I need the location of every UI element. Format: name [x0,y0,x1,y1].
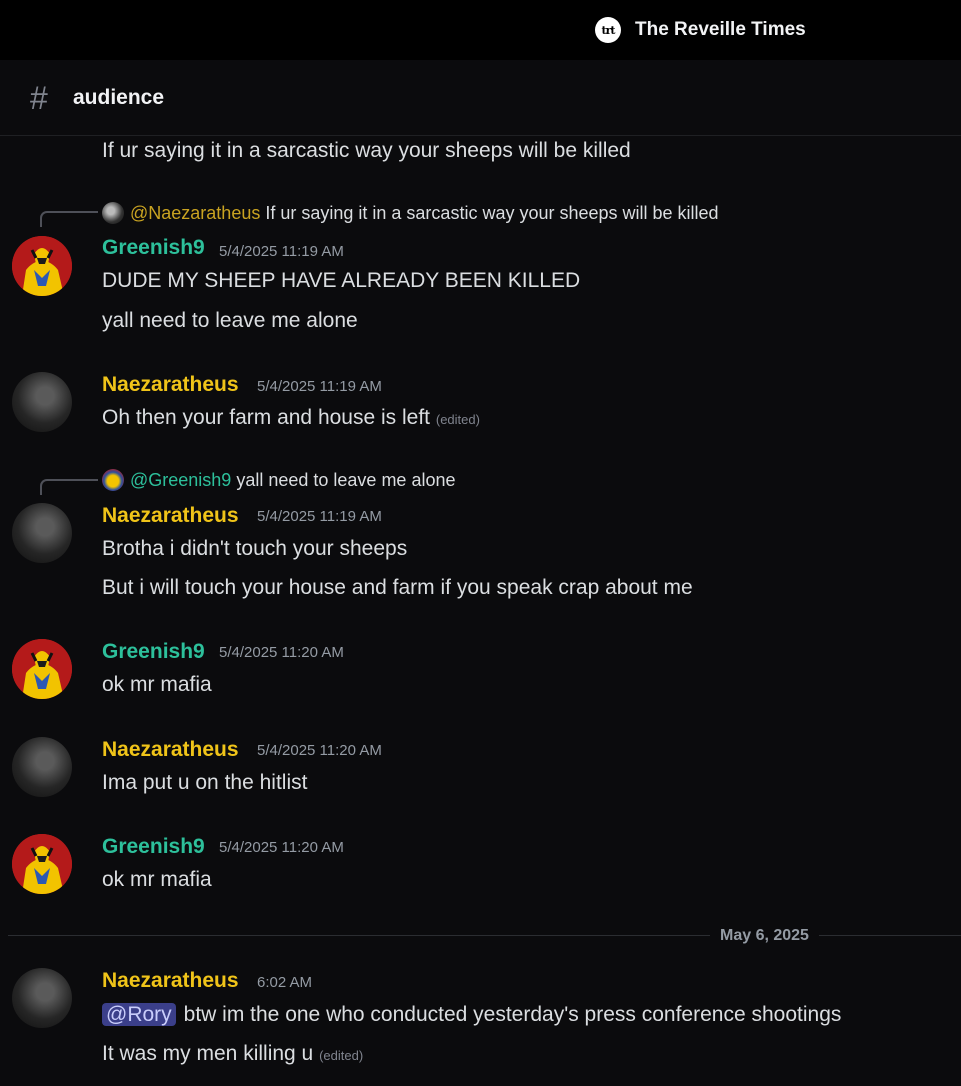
reply-preview[interactable]: @Naezaratheus If ur saying it in a sarca… [102,201,719,225]
server-header[interactable]: trt The Reveille Times [595,17,806,43]
avatar[interactable] [12,834,72,894]
top-bar: trt The Reveille Times [0,0,961,60]
avatar[interactable] [12,503,72,563]
message-text: ok mr mafia [102,868,212,891]
reply-preview[interactable]: @Greenish9 yall need to leave me alone [102,468,456,492]
message-timestamp: 5/4/2025 11:20 AM [219,839,344,856]
avatar[interactable] [12,372,72,432]
message-author[interactable]: Greenish9 [102,833,205,861]
message-text: It was my men killing u [102,1042,314,1065]
wolverine-avatar-art [12,236,72,296]
message-timestamp: 5/4/2025 11:19 AM [257,378,382,395]
reply-connector [40,479,98,495]
message-line: @Rory btw im the one who conducted yester… [102,1001,841,1029]
reply-text: If ur saying it in a sarcastic way your … [265,203,719,223]
reply-mention[interactable]: @Greenish9 [130,470,231,490]
server-name: The Reveille Times [635,19,806,40]
message-author[interactable]: Greenish9 [102,234,205,262]
reply-avatar [102,469,124,491]
message-author[interactable]: Naezaratheus [102,967,239,995]
message-author[interactable]: Greenish9 [102,638,205,666]
message-text: yall need to leave me alone [102,309,358,332]
message-timestamp: 5/4/2025 11:20 AM [257,742,382,759]
channel-header: # audience [0,60,961,136]
message-line: Oh then your farm and house is left (edi… [102,404,480,434]
edited-label: (edited) [435,412,480,427]
user-mention[interactable]: @Rory [102,1003,176,1026]
message-author[interactable]: Naezaratheus [102,371,239,399]
message-timestamp: 5/4/2025 11:19 AM [257,508,382,525]
wolverine-avatar-art [12,834,72,894]
message-author[interactable]: Naezaratheus [102,736,239,764]
reply-text: yall need to leave me alone [236,470,456,490]
channel-hash-icon: # [30,80,48,116]
avatar[interactable] [12,236,72,296]
message-timestamp: 6:02 AM [257,974,313,991]
message-timestamp: 5/4/2025 11:20 AM [219,644,344,661]
reply-avatar [102,202,124,224]
avatar[interactable] [12,639,72,699]
reply-mention[interactable]: @Naezaratheus [130,203,260,223]
avatar[interactable] [12,968,72,1028]
message-line: It was my men killing u (edited) [102,1040,363,1070]
message-author[interactable]: Naezaratheus [102,502,239,530]
message-text: Ima put u on the hitlist [102,771,308,794]
message-text: Oh then your farm and house is left [102,406,431,429]
edited-label: (edited) [319,1048,364,1063]
message-text: DUDE MY SHEEP HAVE ALREADY BEEN KILLED [102,269,581,292]
avatar[interactable] [12,737,72,797]
reply-connector [40,211,98,227]
wolverine-avatar-art [12,639,72,699]
message-text: btw im the one who conducted yesterday's… [183,1003,842,1026]
server-icon: trt [595,17,621,43]
message-text: ok mr mafia [102,673,212,696]
message-text: If ur saying it in a sarcastic way your … [102,139,631,162]
date-divider-label: May 6, 2025 [710,925,819,947]
message-text: Brotha i didn't touch your sheeps [102,537,408,560]
message-timestamp: 5/4/2025 11:19 AM [219,243,344,260]
message-text: But i will touch your house and farm if … [102,576,693,599]
channel-name: audience [73,86,165,109]
